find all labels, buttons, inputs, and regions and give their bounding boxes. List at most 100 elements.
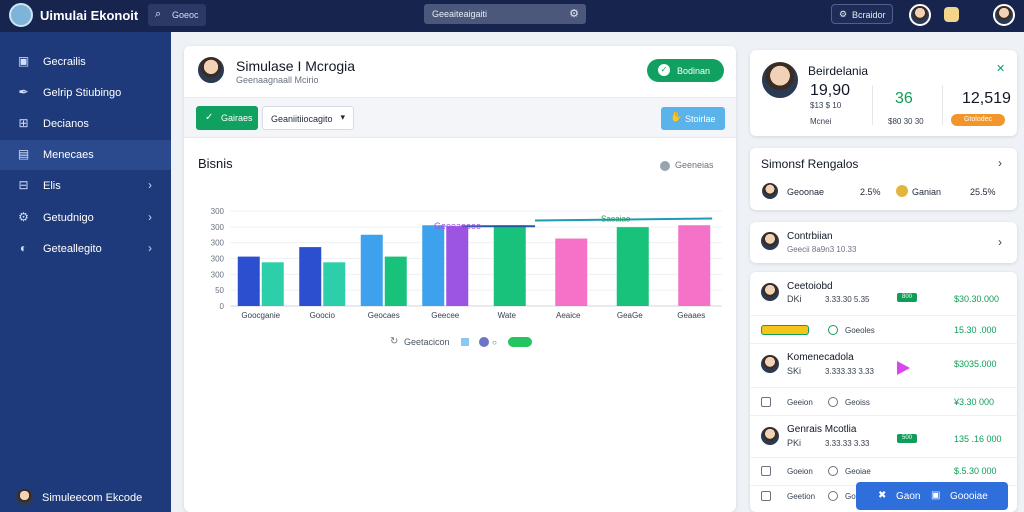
y-tick-label: 50 (215, 286, 224, 295)
sidebar-item-label: Decianos (43, 118, 89, 130)
sidebar-user[interactable]: Simuleecom Ekcode (0, 482, 171, 512)
close-icon: ✖ (878, 490, 887, 501)
global-search-input[interactable]: Geeaiteaigaiti ⚙ (424, 4, 586, 24)
secondary-button-label: Stoirlae (685, 114, 716, 124)
bottom-action-button[interactable]: ✖ Gaon ▣ Goooiae (856, 482, 1008, 510)
row-numbers: 3.33.33 3.33 (825, 439, 870, 448)
check-icon (828, 466, 838, 476)
legend-dot-icon (660, 160, 670, 171)
sidebar-item-1[interactable]: ▣ Gecrailis (0, 47, 171, 77)
chevron-right-icon: › (148, 241, 152, 255)
chevron-right-icon[interactable]: › (998, 156, 1002, 170)
chart-bar (237, 256, 260, 306)
sidebar-item-3[interactable]: ⊞ Decianos (0, 109, 171, 139)
dropdown-value: Geaniitiiocagito (271, 114, 333, 124)
avatar (760, 60, 800, 100)
checkbox-icon[interactable] (761, 466, 771, 476)
search-button[interactable]: ⌕ Goeoc (148, 4, 206, 26)
circle-icon[interactable] (479, 337, 489, 347)
chart-title: Bisnis (198, 156, 233, 171)
chart-bar (323, 262, 346, 306)
x-tick-label: Geaaes (677, 311, 705, 320)
chart-legend-label: Geeneias (675, 160, 714, 170)
row-name: Genrais Mcotlia (787, 424, 857, 435)
play-icon[interactable] (897, 361, 910, 375)
global-search-value: Geeaiteaigaiti (432, 9, 488, 19)
sidebar-item-7[interactable]: ◐ Geteallegito › (0, 234, 171, 264)
check-icon (828, 397, 838, 407)
avatar (760, 354, 780, 374)
coin-icon (896, 185, 908, 197)
status-badge[interactable]: Gtolodec (951, 114, 1005, 126)
chart-bar (384, 256, 407, 306)
table-row[interactable]: Genrais Mcotlia PKi 3.33.33 3.33 500 135… (750, 416, 1017, 458)
close-icon[interactable]: ✕ (996, 62, 1005, 75)
list-item-name: Geoonae (787, 187, 825, 197)
x-tick-label: Geecee (431, 311, 460, 320)
table-row[interactable]: Goeoles 15.30 .000 (750, 316, 1017, 344)
secondary-button[interactable]: ✋ Stoirlae (661, 107, 725, 130)
top-action-button[interactable]: ⚙ Bcraidor (831, 4, 893, 24)
chart-toggle[interactable] (508, 337, 532, 347)
row-amount: $.5.30 000 (954, 466, 997, 476)
y-tick-label: 300 (211, 223, 225, 232)
avatar (761, 182, 779, 200)
user-avatar[interactable] (909, 4, 931, 26)
table-row[interactable]: Geeion Geoiss ¥3.30 000 (750, 388, 1017, 416)
contact-card[interactable]: Contrbiian Geecii 8a9n3 10.33 › (750, 222, 1017, 263)
chart-controls: ↻ Geetacicon ○ (390, 336, 550, 350)
table-row[interactable]: Komenecadola SKi 3.333.33 3.33 $3035.000 (750, 344, 1017, 388)
search-button-label: Goeoc (172, 10, 199, 20)
chart-bar (555, 238, 588, 306)
chart-legend[interactable]: Geeneias (660, 160, 714, 171)
sidebar-item-6[interactable]: ⚙ Getudnigo › (0, 203, 171, 233)
list-item-label: Ganian (912, 187, 942, 197)
y-tick-label: 300 (211, 239, 225, 248)
primary-button[interactable]: ✓ Gairaes (196, 106, 258, 130)
chart-bar (493, 225, 526, 306)
list-item-pct: 2.5% (860, 187, 881, 197)
settings-icon: ⚙ (569, 8, 579, 20)
grid-icon: ⊞ (18, 116, 29, 130)
sidebar-item-4[interactable]: ▤ Menecaes (0, 140, 171, 170)
divider (872, 85, 873, 125)
profile-card: Beirdelania ✕ 19,90 $13 $ 10 Mcnei 36 $8… (750, 50, 1017, 136)
card-title: Simonsf Rengalos (761, 157, 859, 171)
notification-icon[interactable] (944, 7, 959, 22)
sidebar: ▣ Gecrailis ✒ Gelrip Stiubingo ⊞ Deciano… (0, 32, 171, 512)
square-icon[interactable] (461, 338, 469, 346)
chevron-down-icon: ▾ (340, 112, 345, 122)
checkbox-icon[interactable] (761, 491, 771, 501)
avatar (196, 55, 226, 85)
chart-bar (678, 225, 711, 306)
profile-avatar[interactable] (993, 4, 1015, 26)
tag-icon: ✒ (18, 85, 29, 99)
sidebar-item-2[interactable]: ✒ Gelrip Stiubingo (0, 78, 171, 108)
primary-button-label: Gairaes (221, 113, 253, 123)
bar-chart: 300 300 300 300 300 50 0 Goocganie Goocio Geocaes… (211, 207, 722, 320)
x-tick-label: GeaGe (617, 311, 643, 320)
sidebar-item-5[interactable]: ⊟ Elis › (0, 171, 171, 201)
refresh-icon[interactable]: ↻ (390, 336, 398, 347)
chevron-right-icon[interactable]: › (998, 235, 1002, 249)
avatar (16, 489, 33, 506)
row-name: Komenecadola (787, 352, 854, 363)
divider (942, 85, 943, 125)
row-code: DKi (787, 294, 802, 304)
list-card[interactable]: Simonsf Rengalos › Geoonae 2.5% Ganian 2… (750, 148, 1017, 210)
chat-icon: ▣ (931, 490, 941, 501)
chart-bar (446, 226, 469, 306)
filter-dropdown[interactable]: Geaniitiiocagito ▾ (262, 106, 354, 130)
header-action-button[interactable]: ✓ Bodinan (647, 59, 724, 82)
row-amount: 135 .16 000 (954, 434, 1002, 444)
header-action-label: Bodinan (677, 66, 711, 76)
settings-icon: ⚙ (839, 9, 848, 19)
checkbox-icon[interactable] (761, 397, 771, 407)
settings-icon: ⚙ (18, 210, 29, 224)
sidebar-item-label: Gelrip Stiubingo (43, 87, 122, 99)
row-name: Ceetoiobd (787, 281, 833, 292)
chevron-right-icon: › (148, 210, 152, 224)
transactions-card: Ceetoiobd DKi 3.33.30 5.35 800 $30.30.00… (750, 272, 1017, 512)
table-row[interactable]: Ceetoiobd DKi 3.33.30 5.35 800 $30.30.00… (750, 272, 1017, 316)
grid-icon: ⊟ (18, 178, 29, 192)
